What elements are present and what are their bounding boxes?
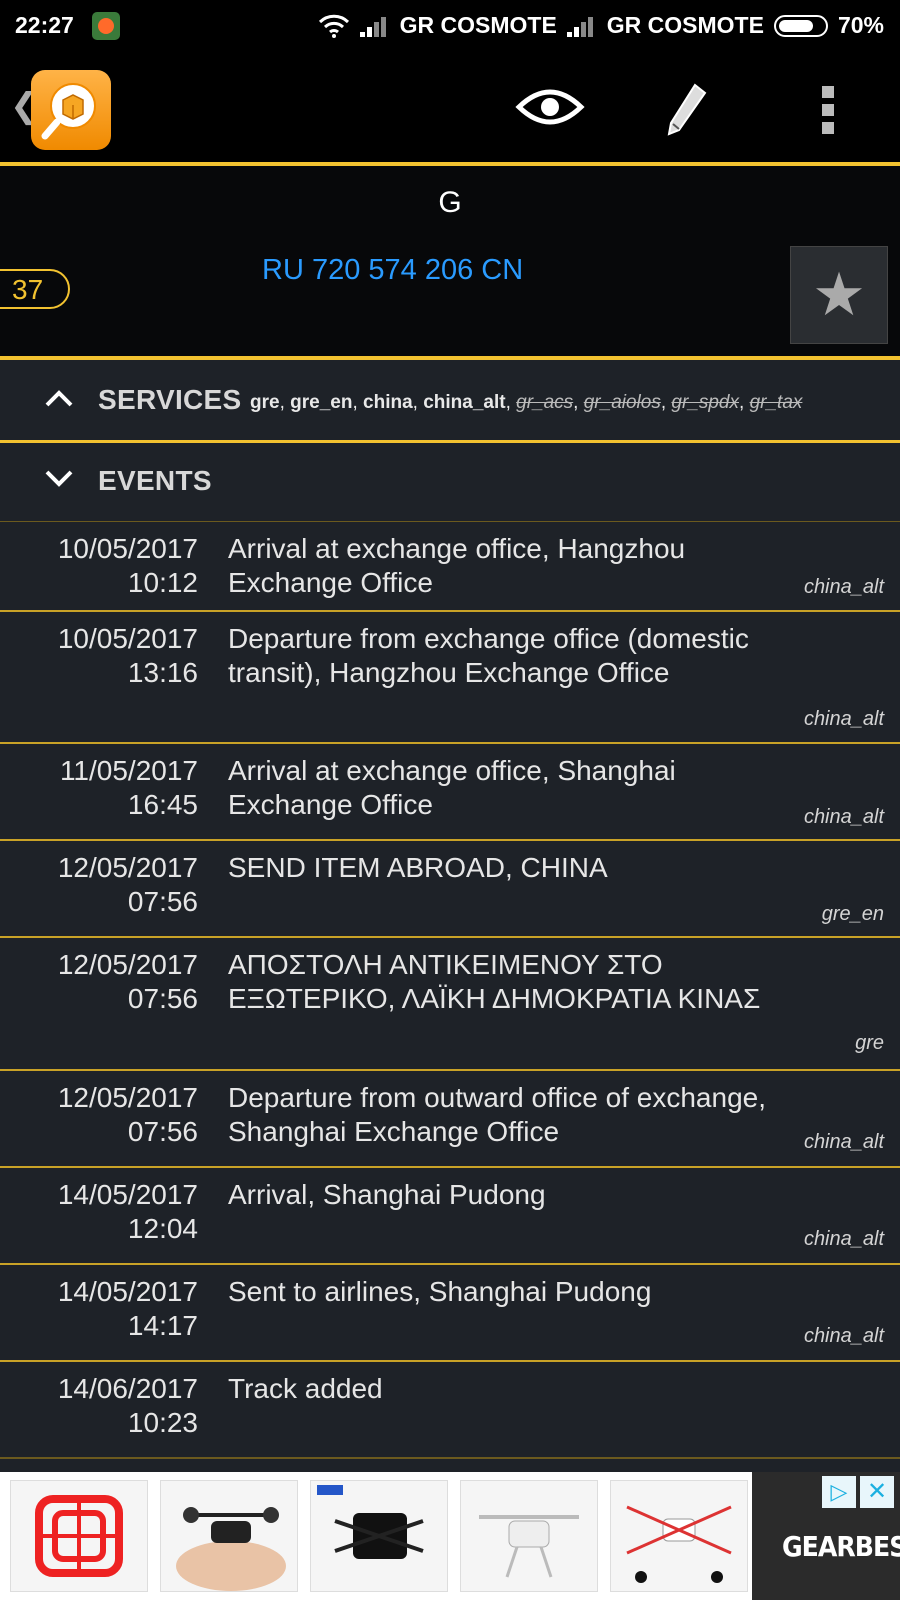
event-description: Arrival, Shanghai Pudong (228, 1179, 546, 1210)
event-source: china_alt (803, 1131, 884, 1153)
event-description: Track added (228, 1373, 383, 1404)
event-datetime: 10/05/2017 10:12 (57, 533, 198, 598)
ad-product-white-camera-drone[interactable] (460, 1480, 598, 1592)
tracking-number-link[interactable]: RU 720 574 206 CN (262, 254, 523, 287)
days-badge: 37 (0, 269, 70, 309)
chevron-up-icon[interactable] (44, 388, 74, 408)
event-description: Arrival at exchange office, Hangzhou Exc… (228, 533, 686, 598)
divider (0, 356, 900, 360)
ad-brand-name: GEARBEST (782, 1530, 900, 1563)
ad-product-white-quadcopter[interactable] (610, 1480, 748, 1592)
service-tag[interactable]: china_alt (423, 392, 505, 413)
eye-icon[interactable] (515, 82, 585, 132)
event-description: SEND ITEM ABROAD, CHINA (228, 852, 608, 883)
service-tag-disabled[interactable]: gr_acs (516, 392, 573, 413)
parcel-title: G (438, 186, 462, 219)
status-time: 22:27 (15, 12, 74, 38)
event-datetime: 12/05/2017 07:56 (57, 949, 198, 1014)
service-tag-disabled[interactable]: gr_spdx (671, 392, 739, 413)
event-datetime: 14/05/2017 14:17 (57, 1276, 198, 1341)
app-bar: ❮ (0, 52, 900, 162)
status-right: GR COSMOTE GR COSMOTE 70% (318, 12, 884, 39)
event-description: ΑΠΟΣΤΟΛΗ ΑΝΤΙΚΕΙΜΕΝΟΥ ΣΤΟ ΕΞΩΤΕΡΙΚΟ, ΛΑΪ… (228, 949, 761, 1014)
event-datetime: 12/05/2017 07:56 (57, 852, 198, 917)
events-section[interactable]: EVENTS (0, 443, 900, 521)
signal-icon (359, 15, 390, 37)
event-datetime: 14/06/2017 10:23 (57, 1373, 198, 1438)
battery-percent: 70% (837, 12, 884, 38)
event-datetime: 14/05/2017 12:04 (57, 1179, 198, 1244)
more-vert-icon[interactable] (820, 80, 836, 140)
notification-icon (92, 12, 120, 40)
services-list: gre, gre_en, china, china_alt, gr_acs, g… (250, 392, 803, 413)
service-tag[interactable]: gre (250, 392, 280, 413)
event-description: Arrival at exchange office, Shanghai Exc… (228, 755, 676, 820)
event-source: china_alt (803, 806, 884, 828)
event-source: china_alt (803, 708, 884, 730)
event-row: 14/05/2017 14:17 Sent to airlines, Shangh… (0, 1265, 900, 1362)
ad-product-black-mini-drone[interactable] (160, 1480, 298, 1592)
carrier-1: GR COSMOTE (399, 12, 557, 38)
status-bar: 22:27 GR COSMOTE GR COSMOTE 70% (0, 0, 900, 52)
service-tag[interactable]: china (363, 392, 413, 413)
event-datetime: 10/05/2017 13:16 (57, 623, 198, 688)
services-label: SERVICES (98, 384, 242, 415)
event-description: Departure from exchange office (domestic… (228, 623, 749, 688)
event-row: 10/05/2017 10:12 Arrival at exchange offi… (0, 522, 900, 612)
event-source: china_alt (803, 1325, 884, 1347)
close-icon[interactable]: ✕ (860, 1476, 894, 1508)
events-list: 10/05/2017 10:12 Arrival at exchange offi… (0, 522, 900, 1459)
event-source: gre (855, 1032, 884, 1054)
app-logo-icon[interactable] (31, 70, 111, 150)
service-tag[interactable]: gre_en (290, 392, 352, 413)
event-source: china_alt (803, 576, 884, 598)
events-label: EVENTS (98, 465, 212, 496)
service-tag-disabled[interactable]: gr_tax (750, 392, 803, 413)
favorite-button[interactable]: ★ (790, 246, 888, 344)
event-row: 11/05/2017 16:45 Arrival at exchange offi… (0, 744, 900, 841)
event-datetime: 11/05/2017 16:45 (59, 755, 198, 820)
battery-icon (773, 14, 828, 37)
event-description: Departure from outward office of exchang… (228, 1082, 767, 1147)
service-tag-disabled[interactable]: gr_aiolos (584, 392, 661, 413)
event-row: 14/06/2017 10:23 Track added (0, 1362, 900, 1459)
event-row: 12/05/2017 07:56 Departure from outward o… (0, 1071, 900, 1168)
signal-icon (566, 15, 597, 37)
carrier-2: GR COSMOTE (606, 12, 764, 38)
event-row: 10/05/2017 13:16 Departure from exchange … (0, 612, 900, 744)
parcel-header: G 37 RU 720 574 206 CN ★ (0, 166, 900, 356)
pencil-icon[interactable] (665, 82, 709, 138)
ad-brand-panel[interactable]: ▷ ✕ GEARBEST (752, 1472, 900, 1600)
event-source: china_alt (803, 1228, 884, 1250)
event-description: Sent to airlines, Shanghai Pudong (228, 1276, 652, 1307)
event-row: 14/05/2017 12:04 Arrival, Shanghai Pudong… (0, 1168, 900, 1265)
ad-product-black-selfie-drone[interactable] (310, 1480, 448, 1592)
services-section[interactable]: SERVICES gre, gre_en, china, china_alt, … (0, 362, 900, 440)
chevron-down-icon[interactable] (44, 469, 74, 489)
event-datetime: 12/05/2017 07:56 (57, 1082, 198, 1147)
ad-choices-icon[interactable]: ▷ (822, 1476, 856, 1508)
star-icon: ★ (812, 261, 866, 328)
ad-product-red-drone[interactable] (10, 1480, 148, 1592)
event-row: 12/05/2017 07:56 ΑΠΟΣΤΟΛΗ ΑΝΤΙΚΕΙΜΕΝΟΥ ΣΤ… (0, 938, 900, 1071)
wifi-icon (318, 14, 349, 38)
event-row: 12/05/2017 07:56 SEND ITEM ABROAD, CHINA … (0, 841, 900, 938)
event-source: gre_en (821, 903, 884, 925)
ad-banner[interactable]: ▷ ✕ GEARBEST (0, 1472, 900, 1600)
